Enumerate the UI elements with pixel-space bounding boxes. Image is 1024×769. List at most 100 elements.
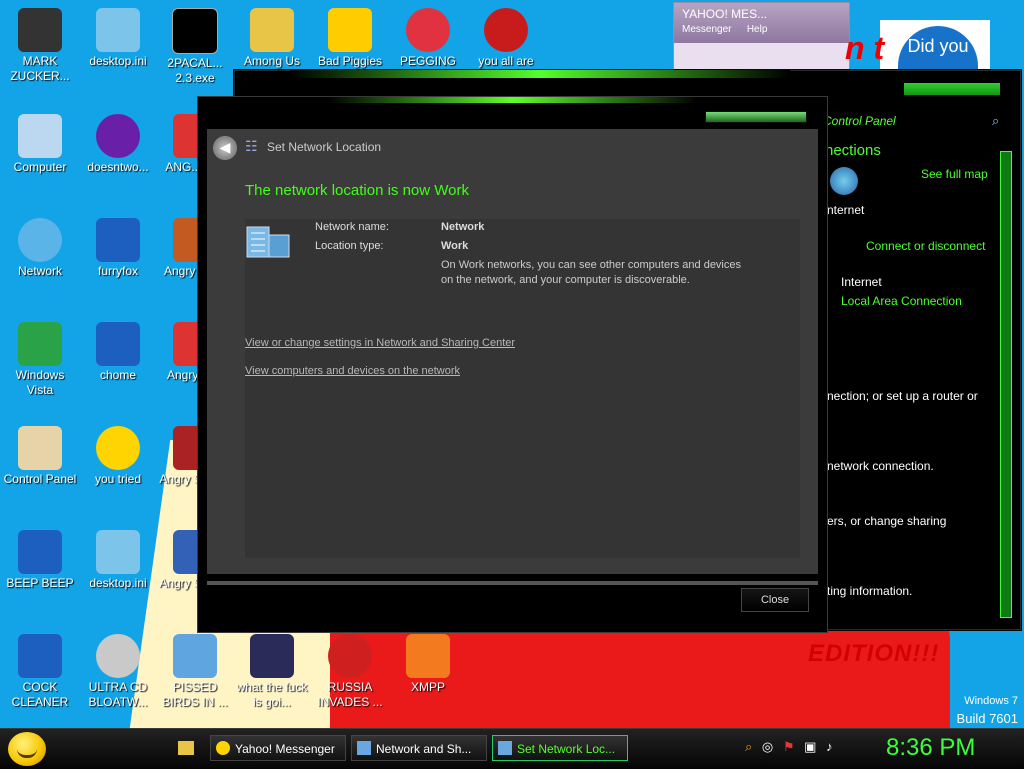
desktop-icon[interactable]: furryfox bbox=[80, 218, 156, 279]
clock-icon[interactable]: ◎ bbox=[762, 739, 773, 754]
search-icon[interactable]: ⌕ bbox=[745, 739, 752, 754]
taskbar-item-label: Network and Sh... bbox=[376, 742, 472, 756]
desktop-icon[interactable]: Control Panel bbox=[2, 426, 78, 487]
shortcut-icon bbox=[18, 530, 62, 574]
desktop-icon[interactable]: desktop.ini bbox=[80, 530, 156, 591]
search-icon[interactable]: ⌕ bbox=[992, 113, 999, 129]
dialog-window-controls[interactable] bbox=[705, 111, 807, 123]
yahoo-messenger-window[interactable]: YAHOO! MES... Messenger Help bbox=[673, 2, 850, 74]
desktop-icon[interactable]: what the fuck is goi... bbox=[234, 634, 310, 710]
taskbar-item-set-network-location[interactable]: Set Network Loc... bbox=[492, 735, 628, 761]
network-icon bbox=[357, 741, 371, 755]
work-network-building-icon bbox=[246, 226, 290, 258]
game-icon bbox=[250, 8, 294, 52]
desktop-icon[interactable]: Windows Vista bbox=[2, 322, 78, 398]
desktop-icon[interactable]: BEEP BEEP bbox=[2, 530, 78, 591]
cd-icon bbox=[96, 634, 140, 678]
desktop-icon[interactable]: Bad Piggies bbox=[312, 8, 388, 69]
yahoo-icon bbox=[216, 741, 230, 755]
local-area-connection-link[interactable]: Local Area Connection bbox=[841, 294, 962, 308]
taskbar-item-yahoo[interactable]: Yahoo! Messenger bbox=[210, 735, 346, 761]
start-button[interactable] bbox=[8, 732, 46, 766]
desktop-icon[interactable]: desktop.ini bbox=[80, 8, 156, 69]
computer-icon bbox=[18, 114, 62, 158]
desktop-icon[interactable]: COCK CLEANER bbox=[2, 634, 78, 710]
peggle-icon bbox=[406, 8, 450, 52]
internet-label: nternet bbox=[827, 203, 865, 217]
set-network-location-dialog[interactable]: ◀ ☷ Set Network Location The network loc… bbox=[197, 96, 828, 633]
desktop-icon[interactable]: Network bbox=[2, 218, 78, 279]
taskbar-item-network-sharing[interactable]: Network and Sh... bbox=[351, 735, 487, 761]
windows-build: Build 7601 bbox=[956, 711, 1018, 726]
connect-disconnect-link[interactable]: Connect or disconnect bbox=[866, 239, 985, 253]
window-glow bbox=[290, 70, 790, 78]
file-icon bbox=[96, 8, 140, 52]
network-sharing-center-link[interactable]: View or change settings in Network and S… bbox=[245, 337, 515, 349]
internet-access-label: Internet bbox=[841, 275, 882, 289]
taskbar-clock[interactable]: 8:36 PM bbox=[886, 734, 975, 762]
pig-icon bbox=[328, 8, 372, 52]
network-icon bbox=[498, 741, 512, 755]
action-center-flag-icon[interactable]: ⚑ bbox=[783, 739, 795, 754]
control-panel-icon bbox=[18, 426, 62, 470]
desktop-icon[interactable]: you tried bbox=[80, 426, 156, 487]
desktop-icon[interactable]: Among Us bbox=[234, 8, 310, 69]
desktop-icon[interactable]: chome bbox=[80, 322, 156, 383]
desktop-icon[interactable]: ULTRA CD BLOATW... bbox=[80, 634, 156, 710]
location-description: On Work networks, you can see other comp… bbox=[441, 259, 741, 286]
cp-text-1: nection; or set up a router or bbox=[827, 389, 978, 403]
xampp-icon bbox=[406, 634, 450, 678]
yahoo-menu-help[interactable]: Help bbox=[747, 24, 768, 35]
smiley-icon bbox=[17, 749, 37, 758]
folder-icon[interactable] bbox=[178, 741, 194, 755]
view-computers-link[interactable]: View computers and devices on the networ… bbox=[245, 365, 460, 377]
dialog-glow bbox=[328, 97, 698, 103]
back-arrow-icon[interactable]: ◀ bbox=[213, 136, 237, 160]
network-tray-icon[interactable]: ▣ bbox=[804, 739, 816, 754]
desktop-icon[interactable]: 2PACAL... 2.3.exe bbox=[157, 8, 233, 86]
radiation-icon bbox=[328, 634, 372, 678]
window-controls[interactable] bbox=[904, 83, 1000, 95]
cp-text-3: ers, or change sharing bbox=[827, 514, 947, 528]
desktop-icon[interactable]: XMPP bbox=[390, 634, 466, 695]
desktop-icon[interactable]: MARK ZUCKER... bbox=[2, 8, 78, 84]
scrollbar[interactable] bbox=[1000, 151, 1012, 618]
windows-edition: Windows 7 bbox=[964, 695, 1018, 707]
desktop-icon[interactable]: PISSED BIRDS IN ... bbox=[157, 634, 233, 710]
red-text-fragment: n t bbox=[845, 30, 885, 66]
console-icon bbox=[172, 8, 218, 54]
system-tray: ⌕ ◎ ⚑ ▣ ♪ bbox=[745, 739, 833, 755]
network-icon: ☷ bbox=[245, 138, 258, 154]
shortcut-icon bbox=[18, 634, 62, 678]
desktop-icon[interactable]: you all are bbox=[468, 8, 544, 69]
recycle-icon bbox=[18, 322, 62, 366]
yahoo-titlebar[interactable]: YAHOO! MES... Messenger Help bbox=[674, 3, 849, 43]
cp-text-2: network connection. bbox=[827, 459, 934, 473]
address-bar[interactable]: Control Panel bbox=[823, 111, 1008, 131]
yahoo-menu-messenger[interactable]: Messenger bbox=[682, 24, 731, 35]
angrybirds-icon bbox=[250, 634, 294, 678]
shortcut-icon bbox=[96, 322, 140, 366]
star-icon bbox=[96, 426, 140, 470]
desktop-icon[interactable]: Computer bbox=[2, 114, 78, 175]
dialog-title: Set Network Location bbox=[267, 140, 382, 154]
globe-icon bbox=[830, 167, 858, 195]
network-icon bbox=[18, 218, 62, 262]
yahoo-title: YAHOO! MES... bbox=[682, 7, 768, 21]
desktop-icon[interactable]: PEGGING bbox=[390, 8, 466, 69]
person-icon bbox=[18, 8, 62, 52]
volume-icon[interactable]: ♪ bbox=[826, 739, 833, 754]
dialog-body: ◀ ☷ Set Network Location The network loc… bbox=[207, 129, 818, 574]
dialog-separator bbox=[207, 581, 818, 585]
close-button[interactable]: Close bbox=[741, 588, 809, 612]
desktop-icon[interactable]: doesntwo... bbox=[80, 114, 156, 175]
see-full-map-link[interactable]: See full map bbox=[921, 167, 988, 181]
cp-heading: nections bbox=[825, 142, 881, 159]
network-info-panel: Network name: Network Location type: Wor… bbox=[245, 219, 800, 558]
network-name-value: Network bbox=[441, 221, 485, 233]
windows-version: Windows 7 Build 7601 bbox=[957, 693, 1018, 727]
wallpaper-text: EDITION!!! bbox=[808, 640, 940, 667]
desktop-icon[interactable]: RUSSIA INVADES ... bbox=[312, 634, 388, 710]
taskbar-item-label: Yahoo! Messenger bbox=[235, 742, 335, 756]
network-name-label: Network name: bbox=[315, 221, 389, 233]
